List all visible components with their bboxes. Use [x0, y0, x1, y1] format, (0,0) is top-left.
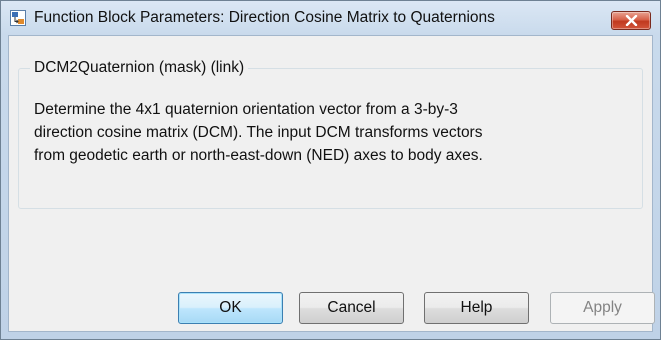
description-line: Determine the 4x1 quaternion orientation…: [34, 101, 458, 118]
simulink-block-icon: [10, 10, 26, 26]
close-button[interactable]: [611, 11, 651, 30]
dialog-client-area: DCM2Quaternion (mask) (link) Determine t…: [8, 35, 655, 332]
apply-button: Apply: [550, 292, 655, 324]
window-title: Function Block Parameters: Direction Cos…: [34, 9, 495, 26]
description-line: from geodetic earth or north-east-down (…: [34, 147, 483, 164]
close-icon: [625, 15, 638, 26]
block-description: Determine the 4x1 quaternion orientation…: [34, 98, 644, 167]
help-button[interactable]: Help: [424, 292, 529, 324]
cancel-button[interactable]: Cancel: [299, 292, 404, 324]
description-line: direction cosine matrix (DCM). The input…: [34, 124, 483, 141]
group-title: DCM2Quaternion (mask) (link): [30, 59, 249, 77]
title-bar[interactable]: Function Block Parameters: Direction Cos…: [1, 1, 660, 35]
ok-button[interactable]: OK: [178, 292, 283, 324]
dialog-window: Function Block Parameters: Direction Cos…: [0, 0, 661, 340]
